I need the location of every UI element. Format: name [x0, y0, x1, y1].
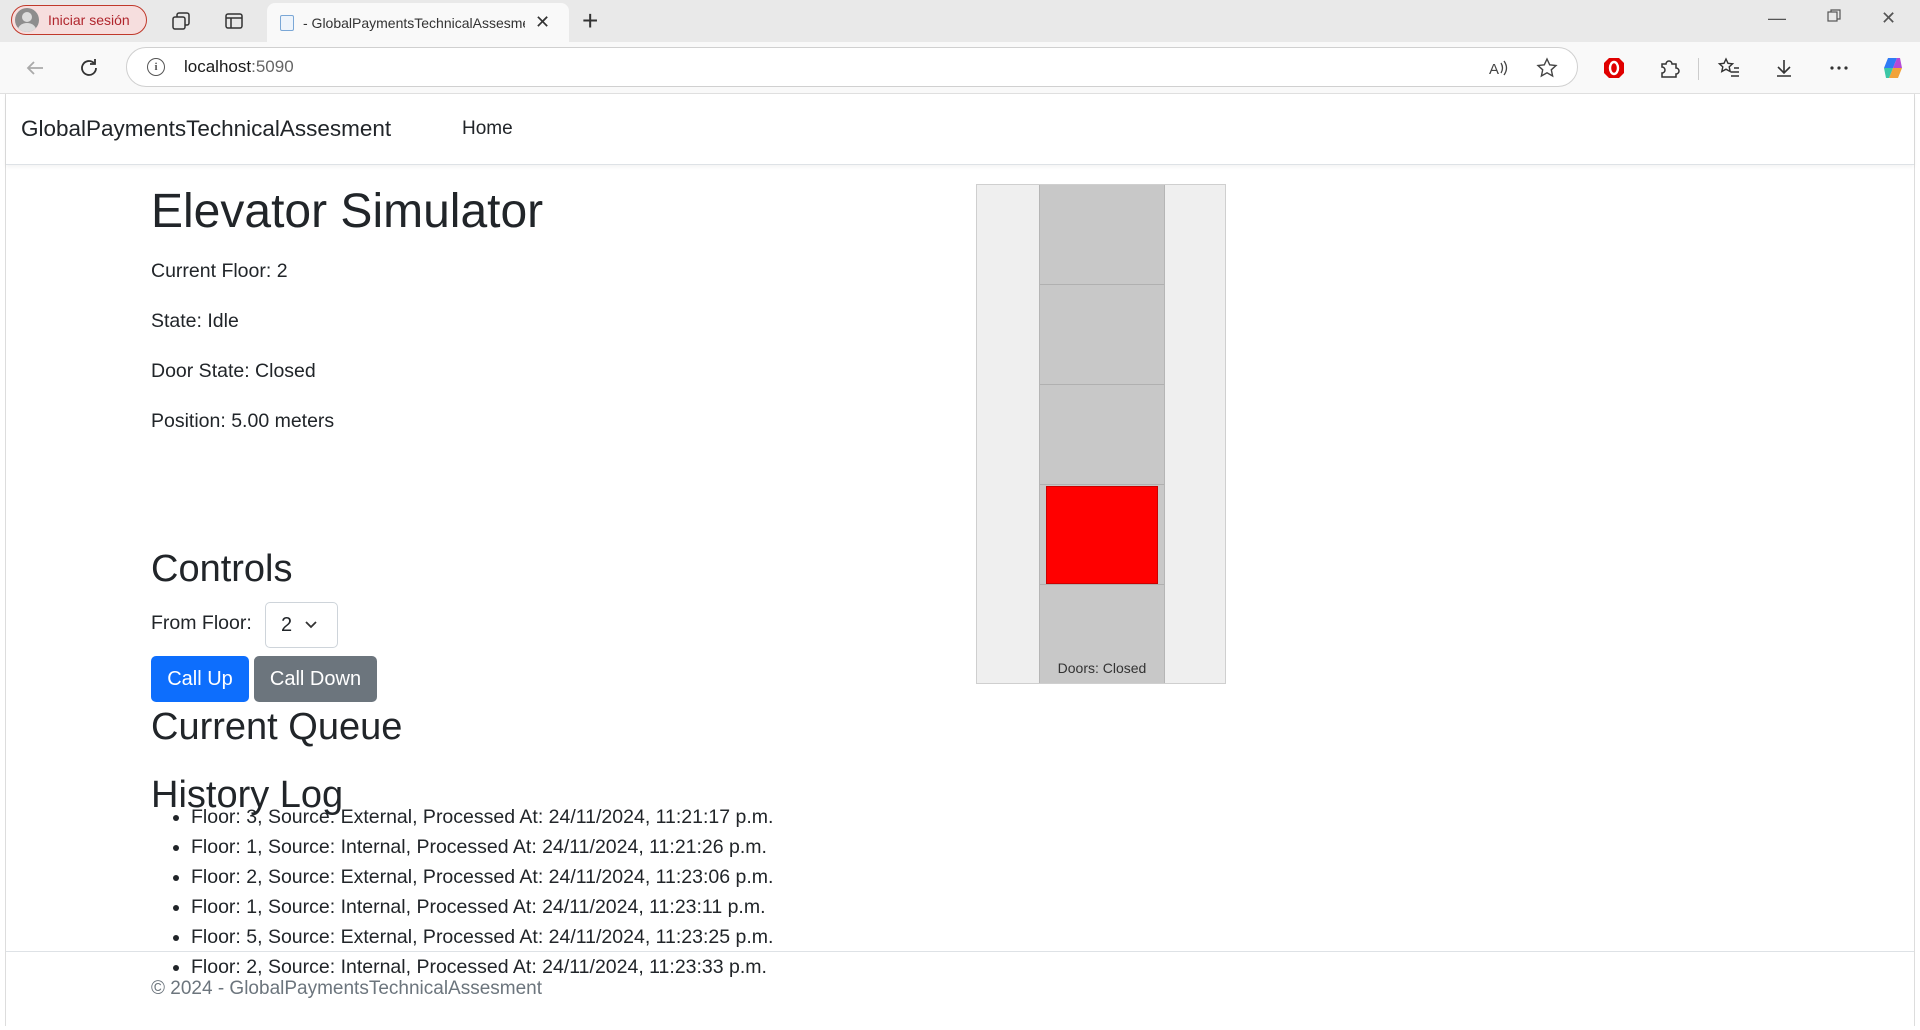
list-item: Floor: 3, Source: External, Processed At…: [191, 802, 773, 832]
profile-label: Iniciar sesión: [48, 12, 130, 28]
workspaces-icon[interactable]: [169, 9, 193, 33]
call-up-button[interactable]: Call Up: [151, 656, 249, 702]
refresh-icon[interactable]: [76, 55, 102, 81]
position-text: Position: 5.00 meters: [151, 410, 335, 432]
list-item: Floor: 2, Source: External, Processed At…: [191, 862, 773, 892]
current-floor-text: Current Floor: 2: [151, 260, 288, 282]
list-item: Floor: 1, Source: Internal, Processed At…: [191, 892, 773, 922]
doors-status-label: Doors: Closed: [1057, 660, 1147, 676]
read-aloud-icon[interactable]: A: [1487, 57, 1509, 79]
url-host: localhost: [184, 57, 252, 76]
address-bar[interactable]: i localhost:5090 A: [126, 47, 1578, 87]
elevator-building: Doors: Closed: [976, 184, 1226, 684]
toolbar-divider: [1698, 58, 1699, 80]
floor-divider: [1040, 484, 1164, 485]
controls-heading: Controls: [151, 548, 293, 590]
minimize-icon[interactable]: —: [1768, 8, 1786, 29]
adblock-extension-icon[interactable]: [1601, 55, 1627, 81]
from-floor-label: From Floor:: [151, 612, 252, 634]
more-options-icon[interactable]: [1826, 55, 1852, 81]
nav-link-home[interactable]: Home: [462, 118, 513, 140]
floor-select[interactable]: 2: [265, 602, 338, 648]
favorite-star-icon[interactable]: [1536, 57, 1558, 79]
footer-text: © 2024 - GlobalPaymentsTechnicalAssesmen…: [151, 978, 543, 999]
copilot-icon[interactable]: [1880, 55, 1906, 81]
state-text: State: Idle: [151, 310, 239, 332]
profile-button[interactable]: Iniciar sesión: [11, 5, 147, 35]
site-navbar: GlobalPaymentsTechnicalAssesment Home: [6, 94, 1914, 165]
site-footer: © 2024 - GlobalPaymentsTechnicalAssesmen…: [6, 951, 1914, 1026]
door-state-text: Door State: Closed: [151, 360, 316, 382]
navbar-brand[interactable]: GlobalPaymentsTechnicalAssesment: [21, 116, 391, 142]
floor-divider: [1040, 584, 1164, 585]
tab-title: - GlobalPaymentsTechnicalAssesment: [303, 14, 525, 31]
current-queue-heading: Current Queue: [151, 706, 403, 748]
restore-icon[interactable]: [1826, 8, 1842, 29]
floor-divider: [1040, 384, 1164, 385]
site-info-icon[interactable]: i: [147, 58, 165, 76]
window-close-icon[interactable]: ✕: [1881, 8, 1896, 29]
list-item: Floor: 5, Source: External, Processed At…: [191, 922, 773, 952]
floor-divider: [1040, 284, 1164, 285]
elevator-car: [1046, 486, 1158, 584]
floor-select-value: 2: [281, 613, 293, 636]
new-tab-icon[interactable]: +: [582, 5, 598, 37]
downloads-icon[interactable]: [1771, 55, 1797, 81]
page-icon: [280, 14, 294, 31]
back-icon[interactable]: [22, 55, 48, 81]
avatar: [15, 8, 39, 32]
call-down-button[interactable]: Call Down: [254, 656, 377, 702]
elevator-shaft: Doors: Closed: [1039, 185, 1165, 683]
browser-tab-active[interactable]: - GlobalPaymentsTechnicalAssesment ✕: [267, 3, 569, 42]
list-item: Floor: 1, Source: Internal, Processed At…: [191, 832, 773, 862]
close-icon[interactable]: ✕: [535, 12, 550, 33]
svg-text:A: A: [1489, 61, 1499, 78]
browser-tab-bar: Iniciar sesión - GlobalPaymentsTechnical…: [0, 0, 1920, 42]
url-port: :5090: [251, 57, 294, 76]
favorites-icon[interactable]: [1716, 55, 1742, 81]
browser-toolbar: i localhost:5090 A: [0, 42, 1920, 94]
chevron-down-icon: [304, 617, 318, 635]
tab-actions-icon[interactable]: [222, 9, 246, 33]
page-viewport: GlobalPaymentsTechnicalAssesment Home El…: [5, 94, 1915, 1026]
extensions-puzzle-icon[interactable]: [1656, 55, 1682, 81]
page-title: Elevator Simulator: [151, 185, 544, 238]
